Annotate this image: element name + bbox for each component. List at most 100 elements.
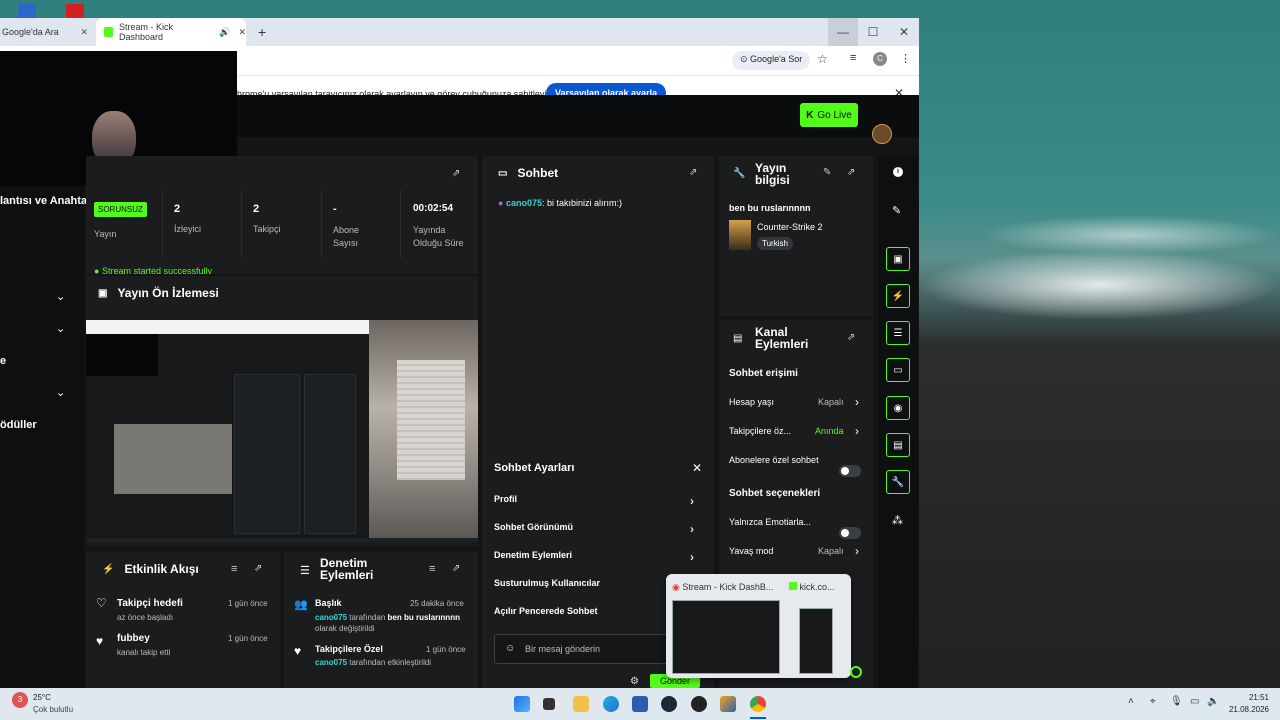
edit-icon[interactable]: ✎ <box>823 167 831 178</box>
user-avatar[interactable] <box>872 124 892 144</box>
wrench-toggle-icon[interactable]: 🔧 <box>886 470 910 494</box>
emotes-only-toggle[interactable] <box>839 527 861 539</box>
edge-icon[interactable] <box>603 696 619 712</box>
preview-toggle-icon[interactable]: ▣ <box>886 247 910 271</box>
app-icon[interactable] <box>720 696 736 712</box>
stream-info-title: Yayın bilgisi <box>755 162 790 186</box>
minimize-icon[interactable]: — <box>828 18 858 46</box>
stream-preview-video[interactable] <box>86 320 478 542</box>
status-ring-icon <box>850 666 862 678</box>
tab-google[interactable]: Google'da Ara ✕ <box>0 18 96 46</box>
filter-icon[interactable]: ≡ <box>231 563 237 575</box>
weather-desc[interactable]: Çok bulutlu <box>33 705 73 714</box>
preview-game-scene <box>369 320 478 538</box>
pencil-icon[interactable]: ✎ <box>892 204 901 217</box>
new-tab-button[interactable]: + <box>258 18 266 46</box>
chevron-down-icon[interactable]: ⌄ <box>56 386 65 399</box>
weather-temp[interactable]: 25°C <box>33 693 51 702</box>
profile-avatar[interactable]: C <box>873 52 887 66</box>
maximize-icon[interactable]: ☐ <box>858 18 888 46</box>
windows-start-icon[interactable] <box>514 696 530 712</box>
chat-options-heading: Sohbet seçenekleri <box>729 488 821 499</box>
thumbnail-item-2[interactable]: kick.co... <box>787 576 849 674</box>
chevron-down-icon[interactable]: ⌄ <box>56 290 65 303</box>
username[interactable]: cano075 <box>315 613 347 622</box>
popout-icon[interactable]: ⇗ <box>689 167 697 178</box>
account-age-row[interactable]: Hesap yaşı Kapalı › <box>729 395 869 409</box>
followers-only-row[interactable]: Takipçilere öz... Anında › <box>729 424 869 438</box>
obs-icon[interactable] <box>691 696 707 712</box>
chevron-right-icon: › <box>855 544 859 558</box>
close-tab-icon[interactable]: ✕ <box>80 27 88 38</box>
clock-time[interactable]: 21:51 <box>1229 693 1269 702</box>
info-icon[interactable]: i <box>893 167 903 177</box>
activity-item-sub: kanalı takip etti <box>117 648 171 657</box>
sidebar-item-3[interactable]: ödüller <box>0 419 37 431</box>
server-toggle-icon[interactable]: ▤ <box>886 433 910 457</box>
item-label: Açılır Pencerede Sohbet <box>494 606 598 616</box>
chevron-right-icon: › <box>855 395 859 409</box>
chat-settings-item-profile[interactable]: Profil › <box>494 494 704 508</box>
sidebar-item-1[interactable]: lantısı ve Anahta <box>0 195 87 207</box>
desktop-word-icon[interactable] <box>18 4 36 18</box>
filter-icon[interactable]: ≡ <box>429 563 435 575</box>
game-thumbnail[interactable] <box>729 220 751 250</box>
gear-icon[interactable]: ⚙ <box>630 676 639 687</box>
bookmark-star-icon[interactable]: ☆ <box>817 52 828 66</box>
stream-info-panel: 🔧 Yayın bilgisi ✎ ⇗ ben bu ruslarınnnn C… <box>719 156 873 316</box>
chat-settings-item-appearance[interactable]: Sohbet Görünümü › <box>494 522 704 536</box>
chrome-icon[interactable] <box>750 696 766 712</box>
weather-badge[interactable]: 3 <box>12 692 28 708</box>
preview-panel: ▣ Yayın Ön İzlemesi <box>86 276 478 546</box>
thumbnail-item-1[interactable]: ◉ Stream - Kick DashB... <box>670 576 782 674</box>
thumbnail-title: kick.co... <box>789 582 835 592</box>
popout-icon[interactable]: ⇗ <box>847 167 855 178</box>
broadcast-toggle-icon[interactable]: ◉ <box>886 396 910 420</box>
task-view-icon[interactable] <box>543 698 555 710</box>
microphone-icon[interactable]: 🎙 <box>1170 696 1183 707</box>
subs-only-toggle[interactable] <box>839 465 861 477</box>
speaker-icon[interactable]: 🔊 <box>219 27 230 38</box>
lightning-toggle-icon[interactable]: ⚡ <box>886 284 910 308</box>
thumbnail-image <box>799 608 833 674</box>
popout-icon[interactable]: ⇗ <box>452 563 460 574</box>
list-toggle-icon[interactable]: ☰ <box>886 321 910 345</box>
slow-mode-row[interactable]: Yavaş mod Kapalı › <box>729 544 869 558</box>
media-controls-icon[interactable]: ≡ <box>850 52 856 64</box>
popout-icon[interactable]: ⇗ <box>847 332 855 343</box>
clock-date[interactable]: 21.08.2026 <box>1220 705 1269 714</box>
desktop-pdf-icon[interactable] <box>66 4 84 18</box>
sidebar-item-2[interactable]: e <box>0 355 6 367</box>
popout-icon[interactable]: ⇗ <box>254 563 262 574</box>
username[interactable]: cano075 <box>315 658 347 667</box>
tab-kick-dashboard[interactable]: Stream - Kick Dashboard 🔊 ✕ <box>96 18 246 46</box>
chat-toggle-icon[interactable]: ▭ <box>886 358 910 382</box>
close-icon[interactable]: ✕ <box>692 461 702 475</box>
moderation-panel: ☰ Denetim Eylemleri ≡ ⇗ 👥 Başlık 25 daki… <box>284 552 478 688</box>
kick-favicon-icon <box>104 27 113 37</box>
tab-label: Google'da Ara <box>2 27 59 37</box>
google-ask-chip[interactable]: ⊙ Google'a Sor <box>732 51 811 70</box>
preview-nested-chat <box>234 374 300 534</box>
chat-username[interactable]: cano075 <box>506 198 542 208</box>
go-live-button[interactable]: K Go Live <box>800 103 858 127</box>
layout-icon[interactable]: ⁂ <box>892 514 903 527</box>
volume-icon[interactable]: 🔈 <box>1207 696 1219 707</box>
chevron-up-icon[interactable]: ˄ <box>1128 696 1134 707</box>
close-tab-icon[interactable]: ✕ <box>238 27 246 38</box>
close-window-icon[interactable]: ✕ <box>889 18 919 46</box>
server-icon: ▤ <box>733 333 743 344</box>
emoji-icon[interactable]: ☺ <box>505 643 515 654</box>
location-icon[interactable]: ⌖ <box>1150 696 1156 707</box>
game-name[interactable]: Counter-Strike 2 <box>757 222 823 232</box>
chevron-down-icon[interactable]: ⌄ <box>56 322 65 335</box>
chat-access-heading: Sohbet erişimi <box>729 368 798 379</box>
chat-message-text: : bi takıbinizi alırım:) <box>541 198 623 208</box>
popout-icon[interactable]: ⇗ <box>452 168 460 179</box>
steam-icon[interactable] <box>661 696 677 712</box>
battery-icon[interactable]: ▭ <box>1190 696 1199 707</box>
store-icon[interactable] <box>632 696 648 712</box>
file-explorer-icon[interactable] <box>573 696 589 712</box>
menu-dots-icon[interactable]: ⋮ <box>900 52 911 65</box>
chat-settings-item-moderation[interactable]: Denetim Eylemleri › <box>494 550 704 564</box>
